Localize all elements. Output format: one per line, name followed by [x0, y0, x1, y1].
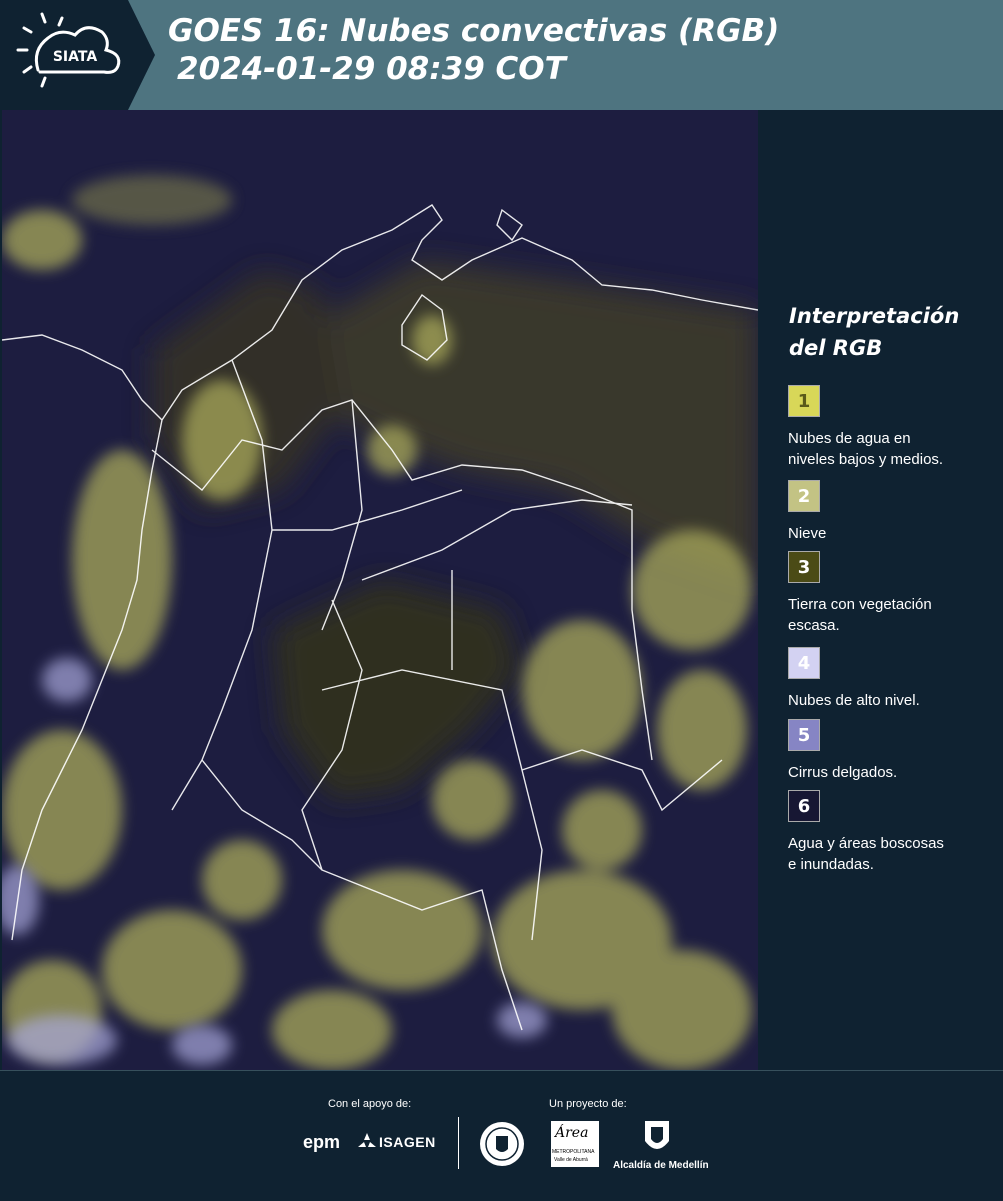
legend-item: 6 Agua y áreas boscosas e inundadas. — [788, 790, 978, 875]
epm-logo: epm — [303, 1132, 341, 1152]
area-metropolitana-logo: Área METROPOLITANA Valle de Aburrá — [551, 1121, 599, 1167]
alcaldia-logo: Alcaldía de Medellín — [613, 1160, 709, 1171]
legend-swatch: 3 — [788, 551, 820, 583]
legend-item: 2 Nieve — [788, 480, 978, 544]
legend-swatch: 2 — [788, 480, 820, 512]
project-label: Un proyecto de: — [549, 1098, 627, 1110]
header-bar: SIATA GOES 16: Nubes convectivas (RGB) 2… — [0, 0, 1003, 110]
legend-label: Nieve — [788, 525, 827, 542]
support-label: Con el apoyo de: — [328, 1098, 412, 1110]
legend-item: 5 Cirrus delgados. — [788, 719, 978, 783]
isagen-logo: ISAGEN — [379, 1134, 436, 1150]
title-line1: GOES 16: Nubes convectivas (RGB) — [168, 13, 780, 49]
satellite-image — [2, 110, 758, 1070]
university-seal-icon — [480, 1122, 524, 1166]
legend-title: Interpretación del RGB — [789, 304, 960, 360]
legend-item: 4 Nubes de alto nivel. — [788, 647, 978, 711]
satellite-map — [2, 110, 758, 1070]
legend-swatch: 6 — [788, 790, 820, 822]
siata-logo: SIATA — [0, 0, 155, 110]
logo-text: SIATA — [53, 49, 98, 65]
legend-label: Tierra con vegetación escasa. — [788, 596, 932, 634]
legend-panel: Interpretación del RGB 1 Nubes de agua en… — [760, 110, 1003, 1070]
legend-swatch: 4 — [788, 647, 820, 679]
alcaldia-shield-icon — [645, 1121, 669, 1149]
legend-swatch: 5 — [788, 719, 820, 751]
legend-swatch: 1 — [788, 385, 820, 417]
title-datetime: 2024-01-29 08:39 COT — [177, 51, 566, 87]
legend-label: Cirrus delgados. — [788, 764, 898, 781]
legend-label: Nubes de agua en niveles bajos y medios. — [788, 430, 944, 468]
footer: Con el apoyo de: Un proyecto de: epm ISA… — [0, 1070, 1003, 1201]
footer-divider — [458, 1117, 459, 1169]
page-title: GOES 16: Nubes convectivas (RGB) 2024-01… — [168, 12, 779, 88]
legend-label: Nubes de alto nivel. — [788, 692, 920, 709]
isagen-icon — [358, 1133, 376, 1147]
legend-item: 3 Tierra con vegetación escasa. — [788, 551, 978, 636]
legend-item: 1 Nubes de agua en niveles bajos y medios. — [788, 385, 978, 470]
legend-label: Agua y áreas boscosas e inundadas. — [788, 835, 944, 873]
